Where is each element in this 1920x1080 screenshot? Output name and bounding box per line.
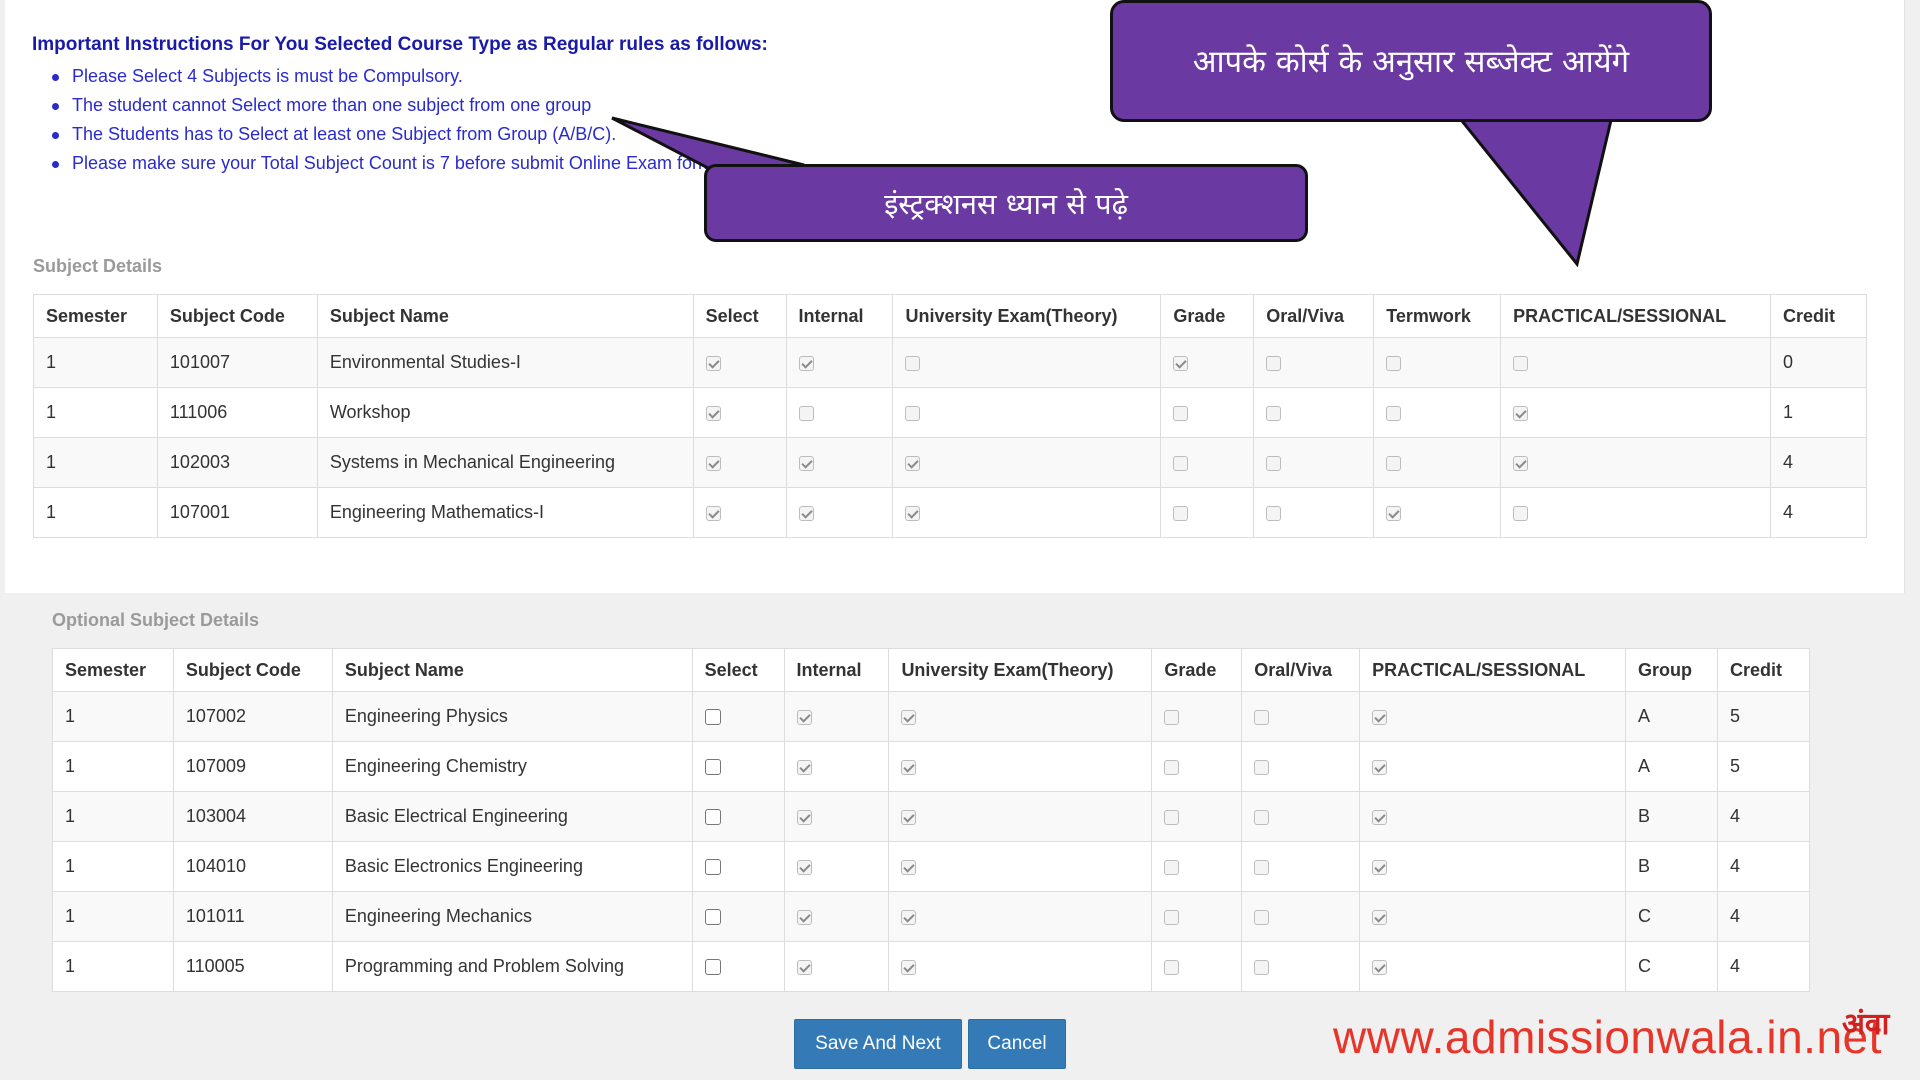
watermark-logo: अंवा bbox=[1842, 1007, 1890, 1042]
watermark-text: www.admissionwala.in.net bbox=[1333, 1011, 1882, 1063]
bubble-tail-shape bbox=[1454, 114, 1614, 268]
annotation-bubble-top: आपके कोर्स के अनुसार सब्जेक्ट आयेंगे bbox=[1110, 0, 1712, 122]
callout-overlay bbox=[611, 114, 1614, 268]
annotation-bubble-middle: इंस्ट्रक्शनस ध्यान से पढ़े bbox=[704, 164, 1308, 242]
arrow-pointer-shape bbox=[611, 116, 805, 170]
